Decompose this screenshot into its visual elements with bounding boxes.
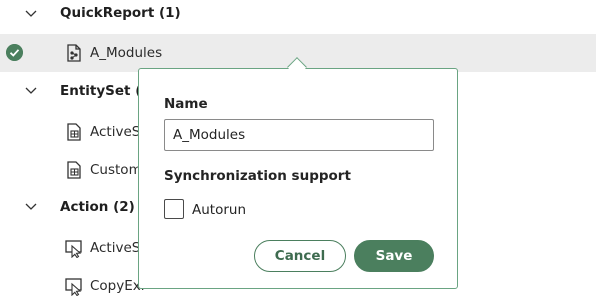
sync-support-label: Synchronization support (164, 168, 351, 184)
save-button[interactable]: Save (354, 240, 434, 272)
chevron-down-icon[interactable] (24, 7, 38, 21)
quickreport-icon (67, 44, 81, 62)
name-label: Name (164, 96, 208, 112)
entityset-icon (67, 161, 81, 179)
entityset-icon (67, 123, 81, 141)
item-label: A_Modules (90, 45, 163, 61)
item-label: Custom (90, 162, 142, 178)
group-label: Action (2) (60, 199, 135, 215)
name-input[interactable] (164, 119, 434, 151)
action-icon (65, 240, 82, 258)
cancel-button[interactable]: Cancel (254, 240, 346, 272)
rename-popover: Name Synchronization support Autorun Can… (138, 68, 458, 289)
chevron-down-icon[interactable] (24, 84, 38, 98)
autorun-label[interactable]: Autorun (192, 202, 246, 218)
autorun-checkbox[interactable] (164, 199, 184, 219)
checkmark-circle-icon (6, 44, 23, 61)
chevron-down-icon[interactable] (24, 200, 38, 214)
group-label: QuickReport (1) (60, 5, 181, 21)
action-icon (65, 278, 82, 296)
tree-group-quickreport[interactable]: QuickReport (1) (0, 0, 596, 33)
item-label: CopyExi (90, 278, 145, 294)
